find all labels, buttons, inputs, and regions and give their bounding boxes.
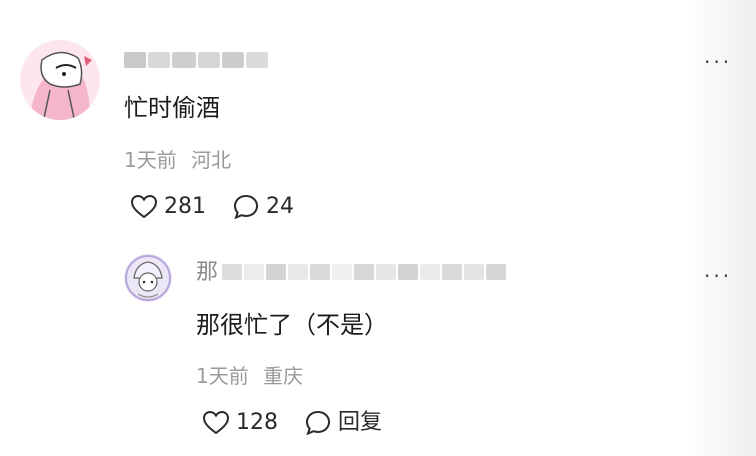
blur-block <box>376 264 396 280</box>
heart-outline-icon <box>202 410 230 435</box>
blur-block <box>464 264 484 280</box>
username-visible-part[interactable]: 那 <box>196 262 218 284</box>
blur-block <box>332 264 352 280</box>
comment-actions: 128 回复 <box>202 409 408 437</box>
avatar[interactable] <box>20 40 100 120</box>
comment-meta: 1天前 河北 <box>124 150 231 170</box>
comment-location: 河北 <box>191 148 232 172</box>
more-options-icon[interactable]: ··· <box>704 266 732 286</box>
more-options-icon[interactable]: ··· <box>704 52 732 72</box>
like-button[interactable]: 128 <box>202 409 278 437</box>
heart-outline-icon <box>130 194 158 219</box>
reply-label: 回复 <box>338 410 383 435</box>
blur-block <box>244 264 264 280</box>
like-count: 281 <box>164 194 206 219</box>
comment-text: 忙时偷酒 <box>124 94 220 122</box>
avatar[interactable] <box>124 254 172 302</box>
speech-bubble-icon <box>233 194 259 220</box>
comment-time: 1天前 <box>124 148 177 172</box>
like-button[interactable]: 281 <box>130 193 206 221</box>
blur-block <box>354 264 374 280</box>
reply-count: 24 <box>266 194 294 219</box>
blur-block <box>486 264 506 280</box>
username-obscured[interactable] <box>124 52 268 68</box>
comment-time: 1天前 <box>196 364 249 388</box>
blur-block <box>124 52 146 68</box>
blur-block <box>398 264 418 280</box>
blur-block <box>246 52 268 68</box>
blur-block <box>222 52 244 68</box>
blur-block <box>420 264 440 280</box>
blur-block <box>172 52 196 68</box>
blur-block <box>148 52 170 68</box>
blur-block <box>222 264 242 280</box>
blur-block <box>266 264 286 280</box>
comment-text: 那很忙了（不是） <box>196 311 388 339</box>
comment-location: 重庆 <box>263 364 304 388</box>
speech-bubble-icon <box>305 410 331 436</box>
comment-actions: 281 24 <box>130 193 320 221</box>
blur-block <box>310 264 330 280</box>
like-count: 128 <box>236 410 278 435</box>
reply-count-button[interactable]: 24 <box>232 193 294 221</box>
blur-block <box>288 264 308 280</box>
reply-button[interactable]: 回复 <box>304 409 382 437</box>
blur-block <box>442 264 462 280</box>
comment-meta: 1天前 重庆 <box>196 366 303 386</box>
username-obscured <box>222 264 506 280</box>
blur-block <box>198 52 220 68</box>
